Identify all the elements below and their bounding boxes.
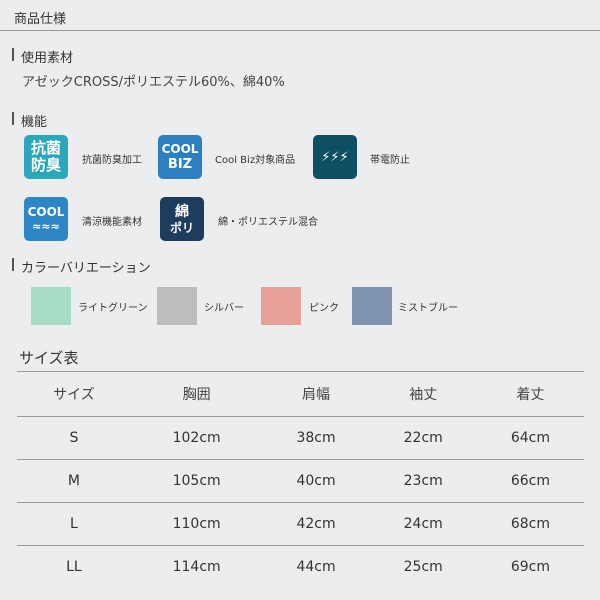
table-row: L 110cm 42cm 24cm 68cm — [17, 502, 584, 546]
table-cell: 24cm — [369, 502, 477, 546]
column-header: サイズ — [17, 371, 131, 417]
icon-glyph-top: 抗菌 — [30, 139, 61, 157]
icon-label: 清涼機能素材 — [82, 217, 142, 228]
size-table: サイズ 胸囲 肩幅 袖丈 着丈 S 102cm 38cm 22cm 64cm M… — [17, 371, 584, 589]
icon-label: 帯電防止 — [370, 155, 410, 166]
color-swatch-pink — [261, 287, 301, 325]
table-header-row: サイズ 胸囲 肩幅 袖丈 着丈 — [17, 371, 584, 417]
table-cell: M — [17, 459, 131, 503]
cotton-poly-icon: 綿 ポリ — [160, 197, 204, 241]
color-swatch-silver — [157, 287, 197, 325]
table-cell: 23cm — [369, 459, 477, 503]
antistatic-icon: ⚡⚡⚡ — [313, 135, 357, 179]
color-swatch-light-green — [31, 287, 71, 325]
icon-label: Cool Biz対象商品 — [215, 155, 296, 166]
cool-material-icon: COOL ≈≈≈ — [24, 197, 68, 241]
table-cell: 69cm — [476, 545, 584, 589]
column-header: 袖丈 — [369, 371, 477, 417]
size-table-title: サイズ表 — [19, 349, 79, 367]
table-cell: 105cm — [130, 459, 263, 503]
table-cell: LL — [17, 545, 131, 589]
table-cell: 114cm — [130, 545, 263, 589]
color-name: ピンク — [309, 303, 339, 314]
icon-glyph-top: ⚡⚡⚡ — [321, 149, 349, 165]
color-name: ミストブルー — [398, 303, 458, 314]
wave-glyph: ≈≈≈ — [32, 220, 60, 233]
color-swatch-mist-blue — [352, 287, 392, 325]
icon-glyph-bottom: ポリ — [169, 220, 194, 235]
table-cell: 40cm — [262, 459, 370, 503]
icon-glyph-top: COOL — [27, 205, 65, 219]
material-text: アゼックCROSS/ポリエステル60%、綿40% — [22, 75, 285, 90]
icon-glyph-bottom: BIZ — [167, 157, 193, 172]
table-cell: 38cm — [262, 416, 370, 460]
function-heading: 機能 — [12, 111, 47, 130]
table-cell: S — [17, 416, 131, 460]
table-cell: 64cm — [476, 416, 584, 460]
icon-glyph-bottom: 防臭 — [30, 156, 61, 174]
cool-biz-icon: COOL BIZ — [158, 135, 202, 179]
table-cell: 110cm — [130, 502, 263, 546]
icon-glyph-top: 綿 — [175, 203, 189, 220]
table-cell: 68cm — [476, 502, 584, 546]
column-header: 肩幅 — [262, 371, 370, 417]
table-row: S 102cm 38cm 22cm 64cm — [17, 416, 584, 460]
table-row: LL 114cm 44cm 25cm 69cm — [17, 545, 584, 589]
page-header: 商品仕様 — [0, 0, 600, 31]
table-row: M 105cm 40cm 23cm 66cm — [17, 459, 584, 503]
color-name: ライトグリーン — [78, 303, 148, 314]
icon-label: 抗菌防臭加工 — [82, 155, 142, 166]
table-cell: 25cm — [369, 545, 477, 589]
column-header: 着丈 — [476, 371, 584, 417]
material-heading: 使用素材 — [12, 47, 73, 66]
icon-glyph-top: COOL — [161, 142, 199, 156]
table-cell: 42cm — [262, 502, 370, 546]
color-variation-heading: カラーバリエーション — [12, 257, 151, 276]
table-cell: 44cm — [262, 545, 370, 589]
color-name: シルバー — [204, 303, 244, 314]
table-cell: 22cm — [369, 416, 477, 460]
table-cell: 66cm — [476, 459, 584, 503]
icon-label: 綿・ポリエステル混合 — [218, 217, 318, 228]
table-cell: 102cm — [130, 416, 263, 460]
page-title: 商品仕様 — [14, 12, 67, 27]
antibacterial-deodorant-icon: 抗菌 防臭 — [24, 135, 68, 179]
column-header: 胸囲 — [130, 371, 263, 417]
table-cell: L — [17, 502, 131, 546]
